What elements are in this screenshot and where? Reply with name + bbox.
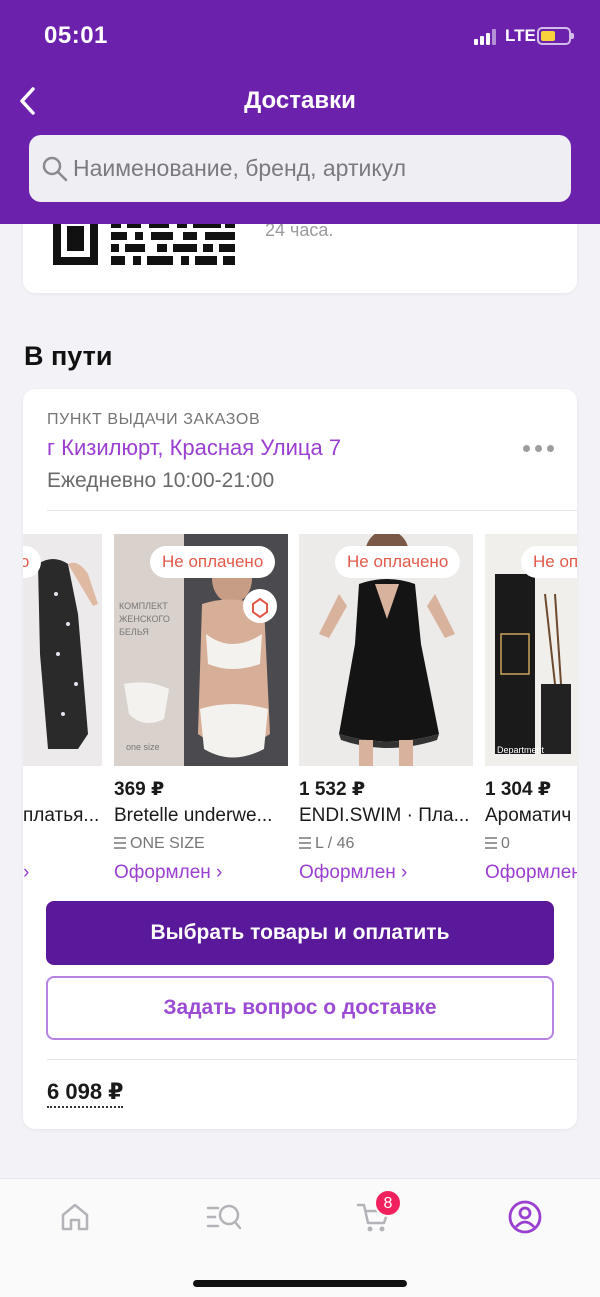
select-and-pay-button[interactable]: Выбрать товары и оплатить [46,901,554,965]
search-input[interactable] [73,135,553,202]
network-type: LTE [505,26,536,45]
top-app-bar: 05:01 LTE Доставки [0,0,600,224]
page-title: Доставки [244,87,356,114]
qr-code-image[interactable] [53,220,235,265]
product-name: ENDI.SWIM · Пла... [299,805,470,826]
size-list-icon [114,837,126,849]
unpaid-badge: Не оплачено [150,546,276,578]
cart-count-badge: 8 [374,1189,402,1217]
svg-text:ЖЕНСКОГО: ЖЕНСКОГО [119,614,170,624]
product-name: Ароматич [485,805,572,826]
product-name: Bretelle underwe... [114,805,273,826]
product-status[interactable]: Оформлен [485,862,577,894]
unpaid-badge: Не оплачено [521,546,577,578]
svg-text:Department: Department [497,745,545,755]
pickup-hours: Ежедневно 10:00-21:00 [47,469,275,492]
unpaid-badge: Не оплачено [335,546,461,578]
order-total[interactable]: 6 098 ₽ [47,1079,124,1108]
search-icon [42,156,68,182]
status-bar: 05:01 LTE [0,0,600,72]
size-list-icon [299,837,311,849]
product-size: ONE SIZE [114,835,205,853]
profile-icon[interactable] [507,1199,543,1235]
signal-icon [474,29,498,45]
section-title: В пути [24,341,113,371]
product-price: 369 ₽ [114,779,165,800]
svg-text:one size: one size [126,742,160,752]
product-size: L / 46 [299,835,354,853]
pickup-address[interactable]: г Кизилюрт, Красная Улица 7 [47,435,341,461]
search-bar[interactable] [29,135,571,202]
divider [47,1059,577,1060]
products-carousel[interactable]: Не оплачено платья... › КОМПЛЕКТ ЖЕНСКОГ… [23,534,577,894]
home-icon[interactable] [57,1199,93,1235]
product-size: 0 [485,835,510,853]
ask-question-button[interactable]: Задать вопрос о доставке [46,976,554,1040]
more-options-icon[interactable] [523,443,555,453]
home-indicator [193,1280,407,1287]
status-time: 05:01 [44,22,108,49]
product-price: 1 304 ₽ [485,779,552,800]
battery-icon [537,27,574,45]
svg-text:БЕЛЬЯ: БЕЛЬЯ [119,627,149,637]
divider [47,510,577,511]
product-price: 1 532 ₽ [299,779,366,800]
size-list-icon [485,837,497,849]
catalog-search-icon[interactable] [206,1199,242,1235]
product-name: платья... [23,805,100,826]
pickup-label: ПУНКТ ВЫДАЧИ ЗАКАЗОВ [47,411,261,428]
delivery-card: ПУНКТ ВЫДАЧИ ЗАКАЗОВ г Кизилюрт, Красная… [23,389,577,1129]
svg-text:КОМПЛЕКТ: КОМПЛЕКТ [119,601,168,611]
bottom-navigation: 8 [0,1178,600,1297]
